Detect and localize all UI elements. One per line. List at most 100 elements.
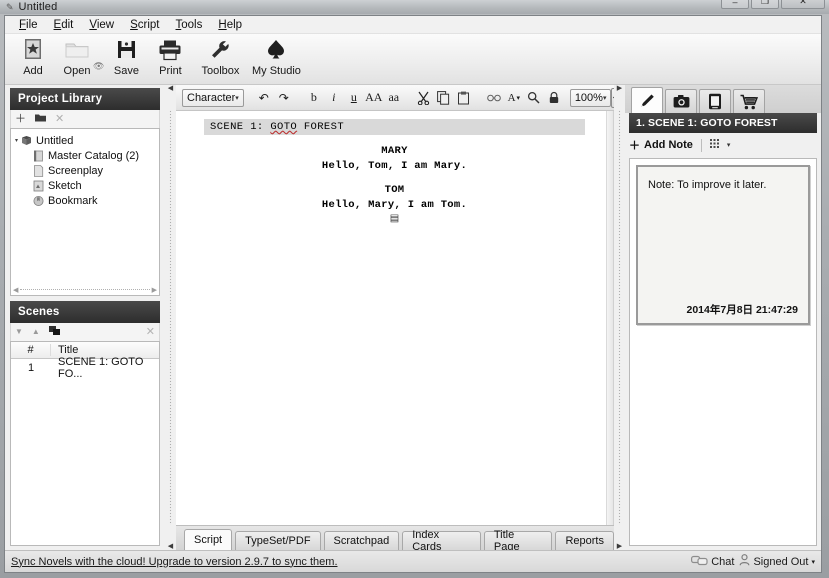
script-vertical-scrollbar[interactable] <box>606 111 613 525</box>
right-panel-header: 1. SCENE 1: GOTO FOREST <box>629 113 817 133</box>
splitter-grip[interactable] <box>618 110 621 525</box>
tab-index-cards[interactable]: Index Cards <box>402 529 481 553</box>
person-icon <box>739 554 750 569</box>
scenes-table[interactable]: # Title 1 SCENE 1: GOTO FO... <box>10 341 160 546</box>
menu-edit[interactable]: Edit <box>46 16 82 34</box>
lowercase-button[interactable]: aa <box>384 88 404 108</box>
splitter-grip[interactable] <box>169 110 172 525</box>
tab-title-page[interactable]: Title Page <box>483 529 553 553</box>
account-label: Signed Out <box>753 555 809 568</box>
sync-upgrade-link[interactable]: Sync Novels with the cloud! Upgrade to v… <box>11 556 338 568</box>
tree-node-screenplay[interactable]: Screenplay <box>11 163 159 178</box>
photos-tab[interactable] <box>665 89 697 113</box>
chevron-down-icon[interactable]: ▾ <box>235 94 239 102</box>
dialogue-line[interactable]: Hello, Tom, I am Mary. <box>176 159 613 174</box>
print-button[interactable]: Print <box>148 36 192 77</box>
left-splitter[interactable]: ◀ ◀ <box>165 85 176 550</box>
lock-button[interactable] <box>544 88 564 108</box>
notes-list[interactable]: Note: To improve it later. 2014年7月8日 21:… <box>629 158 817 546</box>
right-panel: 1. SCENE 1: GOTO FOREST ＋ Add Note ▾ Not… <box>625 85 821 550</box>
scroll-right-arrow[interactable]: ▶ <box>152 286 157 294</box>
bold-button[interactable]: b <box>304 88 324 108</box>
add-item-button[interactable]: ＋ <box>15 113 26 125</box>
documents-tab[interactable] <box>699 89 731 113</box>
cards-button[interactable] <box>48 325 61 339</box>
my-studio-button[interactable]: My Studio <box>248 36 304 77</box>
find-button[interactable] <box>524 88 544 108</box>
chevron-down-icon[interactable]: ▾ <box>811 558 815 566</box>
scroll-track[interactable] <box>20 289 150 290</box>
redo-button[interactable]: ↷ <box>274 88 294 108</box>
right-splitter[interactable]: ▶ ▶ <box>614 85 625 550</box>
tree-node-bookmark[interactable]: Bookmark <box>11 193 159 208</box>
toolbox-button[interactable]: Toolbox <box>192 36 248 77</box>
tab-typeset-pdf[interactable]: TypeSet/PDF <box>235 531 321 550</box>
character-name[interactable]: TOM <box>176 183 613 198</box>
tree-horizontal-scrollbar[interactable]: ◀ ▶ <box>13 285 157 294</box>
account-button[interactable]: Signed Out ▾ <box>739 554 815 569</box>
minimize-button[interactable]: – <box>721 0 749 9</box>
add-button[interactable]: Add <box>11 36 55 77</box>
script-editor[interactable]: SCENE 1: GOTO FOREST MARY Hello, Tom, I … <box>176 111 614 525</box>
new-folder-button[interactable] <box>35 113 46 125</box>
character-name[interactable]: MARY <box>176 144 613 159</box>
maximize-button[interactable]: ❐ <box>751 0 779 9</box>
chat-button[interactable]: Chat <box>691 555 734 569</box>
italic-button[interactable]: i <box>324 88 344 108</box>
delete-scene-button[interactable]: ✕ <box>146 326 155 338</box>
page-icon <box>33 164 44 177</box>
table-row[interactable]: 1 SCENE 1: GOTO FO... <box>11 356 159 380</box>
element-type-select[interactable]: Character ▾ <box>182 88 244 107</box>
spellcheck-button[interactable] <box>484 88 504 108</box>
tab-scratchpad[interactable]: Scratchpad <box>323 531 400 550</box>
eye-icon[interactable]: 👁 <box>93 61 104 72</box>
chat-label: Chat <box>711 555 735 568</box>
chevron-down-icon[interactable]: ▾ <box>727 141 731 149</box>
notes-tab[interactable] <box>631 87 663 113</box>
dialogue-line[interactable]: Hello, Mary, I am Tom. <box>176 198 613 213</box>
collapse-right-arrow[interactable]: ▶ <box>617 85 622 92</box>
chevron-down-icon[interactable]: ▾ <box>603 94 607 102</box>
wrench-icon <box>207 36 233 64</box>
note-card[interactable]: Note: To improve it later. 2014年7月8日 21:… <box>636 165 810 325</box>
expand-right-arrow[interactable]: ▶ <box>617 543 622 550</box>
menu-view[interactable]: View <box>81 16 122 34</box>
close-button[interactable]: ✕ <box>781 0 825 9</box>
menu-script[interactable]: Script <box>122 16 167 34</box>
expand-left-arrow[interactable]: ◀ <box>168 543 173 550</box>
zoom-select[interactable]: 100% ▾ <box>569 88 612 107</box>
script-page[interactable]: SCENE 1: GOTO FOREST MARY Hello, Tom, I … <box>176 111 613 224</box>
add-note-label: Add Note <box>644 139 693 151</box>
uppercase-button[interactable]: AA <box>364 88 384 108</box>
notes-toolbar: ＋ Add Note ▾ <box>629 135 817 155</box>
move-up-button[interactable]: ▲ <box>32 328 40 336</box>
underline-button[interactable]: u <box>344 88 364 108</box>
right-panel-tabs <box>625 85 821 113</box>
move-down-button[interactable]: ▼ <box>15 328 23 336</box>
grid-view-icon[interactable] <box>709 138 721 152</box>
tree-node-sketch[interactable]: Sketch <box>11 178 159 193</box>
copy-button[interactable] <box>434 88 454 108</box>
undo-button[interactable]: ↶ <box>254 88 274 108</box>
scene-heading[interactable]: SCENE 1: GOTO FOREST <box>204 119 585 135</box>
tree-node-master-catalog[interactable]: Master Catalog (2) <box>11 148 159 163</box>
tree-node-untitled[interactable]: ▾ Untitled <box>11 133 159 148</box>
save-button[interactable]: Save <box>104 36 148 77</box>
store-tab[interactable] <box>733 89 765 113</box>
project-tree[interactable]: ▾ Untitled Master Catalog (2) Screenplay… <box>10 128 160 296</box>
scene-heading-prefix: SCENE 1: <box>210 121 271 133</box>
paste-button[interactable] <box>454 88 474 108</box>
tab-script[interactable]: Script <box>184 529 233 550</box>
text-style-button[interactable]: A ▾ <box>504 88 524 108</box>
menu-tools[interactable]: Tools <box>168 16 211 34</box>
expander-icon[interactable]: ▾ <box>15 137 18 144</box>
remove-item-button[interactable]: ✕ <box>55 113 64 125</box>
scroll-left-arrow[interactable]: ◀ <box>13 286 18 294</box>
menu-file[interactable]: File <box>11 16 46 34</box>
sketch-icon <box>33 180 44 192</box>
tab-reports[interactable]: Reports <box>555 531 614 550</box>
cut-button[interactable] <box>414 88 434 108</box>
menu-help[interactable]: Help <box>210 16 250 34</box>
add-note-button[interactable]: ＋ Add Note <box>629 137 693 153</box>
collapse-left-arrow[interactable]: ◀ <box>168 85 173 92</box>
